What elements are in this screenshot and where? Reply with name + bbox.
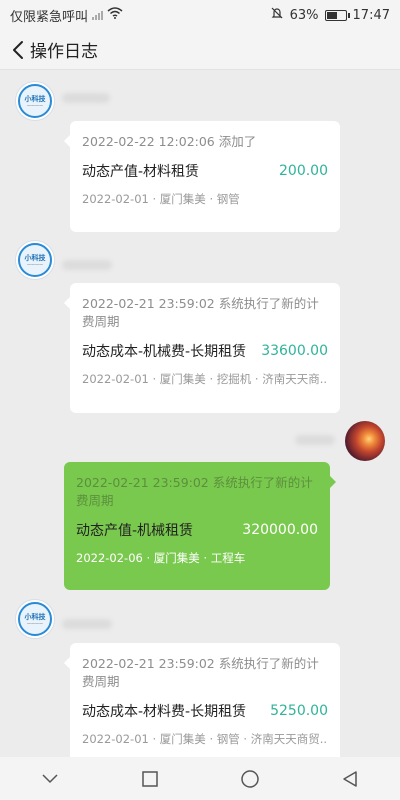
triangle-back-icon (343, 770, 357, 787)
message-title: 动态产值-材料租赁 (82, 164, 200, 180)
mute-icon (270, 6, 284, 24)
nav-bar: 操作日志 (0, 30, 400, 70)
message-title: 动态成本-机械费-长期租赁 (82, 344, 247, 360)
message-card[interactable]: 2022-02-22 12:02:06 添加了 动态产值-材料租赁 200.00… (64, 121, 340, 232)
message-card[interactable]: 2022-02-21 23:59:02 系统执行了新的计费周期 动态成本-机械费… (64, 283, 340, 413)
message-card-own[interactable]: 2022-02-21 23:59:02 系统执行了新的计费周期 动态产值-机械租… (64, 462, 336, 590)
avatar-logo-text: 小科技 (24, 94, 46, 103)
status-right: 63% 17:47 (270, 6, 390, 24)
signal-icon (92, 10, 104, 20)
avatar[interactable]: 小科技 ———— (15, 81, 55, 121)
system-nav-bar (0, 757, 400, 800)
message-amount: 320000.00 (242, 522, 318, 538)
status-left: 仅限紧急呼叫 (10, 6, 123, 25)
nav-recent-button[interactable] (130, 761, 170, 797)
message-header: 2022-02-21 23:59:02 系统执行了新的计费周期 (82, 656, 319, 689)
user-avatar[interactable] (345, 421, 385, 461)
status-bar: 仅限紧急呼叫 63% 17:47 (0, 0, 400, 30)
clock: 17:47 (352, 7, 390, 23)
battery-percent: 63% (289, 7, 319, 23)
nav-back-button[interactable] (330, 761, 370, 797)
back-button[interactable] (8, 37, 28, 63)
avatar-logo-text: 小科技 (24, 253, 46, 262)
company-logo-icon: 小科技 ———— (18, 84, 52, 118)
message-row: 动态产值-机械租赁 320000.00 (76, 520, 318, 540)
message-title: 动态成本-材料费-长期租赁 (82, 704, 247, 720)
message-list[interactable]: 小科技 ———— 2022-02-22 12:02:06 添加了 动态产值-材料租… (0, 71, 400, 757)
message-header: 2022-02-21 23:59:02 系统执行了新的计费周期 (82, 296, 319, 329)
nav-down-button[interactable] (30, 761, 70, 797)
battery-icon (324, 9, 350, 21)
sender-name-blurred (62, 260, 112, 270)
message-row: 动态产值-材料租赁 200.00 (82, 161, 328, 181)
message-meta: 2022-02-06 · 厦门集美 · 工程车 (76, 551, 246, 565)
sender-name-blurred (62, 93, 110, 103)
message-amount: 200.00 (279, 163, 328, 179)
company-logo-icon: 小科技 ———— (18, 243, 52, 277)
avatar[interactable]: 小科技 ———— (15, 240, 55, 280)
avatar-logo-text: 小科技 (24, 612, 46, 621)
sender-name-blurred (62, 619, 112, 629)
message-meta: 2022-02-01 · 厦门集美 · 钢管 · 济南天天商贸... (82, 732, 328, 746)
sender-name-blurred (295, 435, 335, 445)
message-card[interactable]: 2022-02-21 23:59:02 系统执行了新的计费周期 动态成本-材料费… (64, 643, 340, 757)
chevron-left-icon (13, 40, 23, 59)
carrier-text: 仅限紧急呼叫 (10, 9, 89, 25)
message-title: 动态产值-机械租赁 (76, 523, 194, 539)
message-meta: 2022-02-01 · 厦门集美 · 挖掘机 · 济南天天商... (82, 372, 328, 386)
message-header: 2022-02-22 12:02:06 添加了 (82, 134, 257, 149)
message-row: 动态成本-机械费-长期租赁 33600.00 (82, 341, 328, 361)
message-row: 动态成本-材料费-长期租赁 5250.00 (82, 701, 328, 721)
message-meta: 2022-02-01 · 厦门集美 · 钢管 (82, 192, 240, 206)
company-logo-icon: 小科技 ———— (18, 602, 52, 636)
nav-home-button[interactable] (230, 761, 270, 797)
message-amount: 33600.00 (261, 343, 328, 359)
circle-home-icon (241, 769, 259, 788)
chevron-down-icon (42, 773, 58, 783)
page-title: 操作日志 (30, 42, 98, 62)
wifi-icon (107, 7, 123, 23)
battery-fill (326, 11, 338, 19)
message-amount: 5250.00 (270, 703, 328, 719)
avatar[interactable]: 小科技 ———— (15, 599, 55, 639)
square-recent-icon (142, 770, 158, 787)
message-header: 2022-02-21 23:59:02 系统执行了新的计费周期 (76, 475, 313, 508)
